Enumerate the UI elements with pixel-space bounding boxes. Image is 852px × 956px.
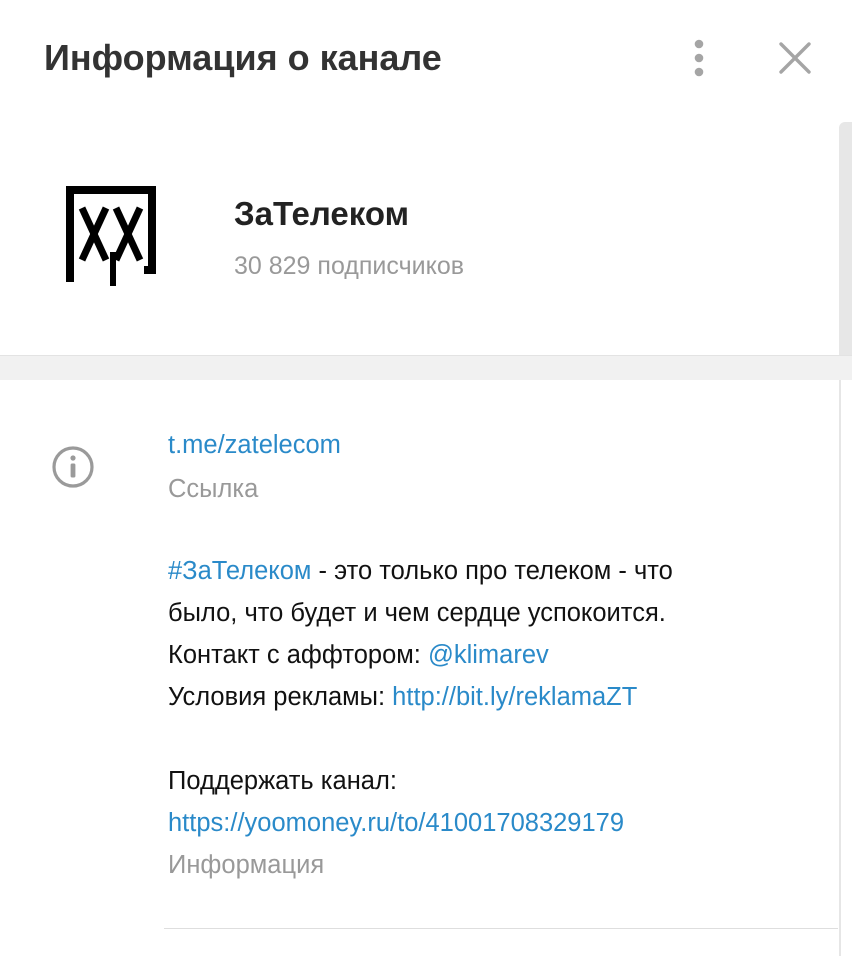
contact-label: Контакт с аффтором:	[168, 641, 428, 669]
description-text-1: - это только про телеком - что	[311, 557, 673, 585]
contact-link[interactable]: @klimarev	[428, 641, 549, 669]
channel-avatar[interactable]	[60, 182, 168, 286]
channel-name: ЗаТелеком	[234, 195, 409, 232]
channel-description: #ЗаТелеком - это только про телеком - чт…	[168, 550, 828, 886]
description-line-1: #ЗаТелеком - это только про телеком - чт…	[168, 550, 828, 592]
channel-link-row: t.me/zatelecom	[168, 424, 828, 468]
scrollbar-track[interactable]	[839, 380, 852, 956]
close-icon	[779, 42, 811, 74]
scrollbar-thumb[interactable]	[839, 122, 852, 374]
ads-link[interactable]: http://bit.ly/reklamaZT	[392, 683, 637, 711]
support-link[interactable]: https://yoomoney.ru/to/41001708329179	[168, 809, 624, 837]
channel-info-content: t.me/zatelecom Ссылка #ЗаТелеком - это т…	[168, 424, 828, 886]
description-line-3: Контакт с аффтором: @klimarev	[168, 634, 828, 676]
vertical-dots-icon	[694, 39, 704, 77]
description-line-4: Условия рекламы: http://bit.ly/reklamaZT	[168, 676, 828, 718]
subscriber-count: 30 829 подписчиков	[234, 252, 465, 280]
channel-link-caption: Ссылка	[168, 475, 259, 503]
info-icon	[50, 444, 96, 490]
support-label: Поддержать канал:	[168, 767, 397, 795]
description-line-2: было, что будет и чем сердце успокоится.	[168, 599, 666, 627]
channel-link[interactable]: t.me/zatelecom	[168, 431, 341, 459]
ads-label: Условия рекламы:	[168, 683, 393, 711]
close-button[interactable]	[770, 32, 820, 84]
section-divider	[0, 355, 852, 380]
panel-title: Информация о канале	[44, 37, 442, 78]
description-caption: Информация	[168, 851, 325, 879]
more-options-button[interactable]	[674, 32, 724, 84]
bottom-divider	[164, 928, 838, 929]
zatelecom-logo	[66, 186, 156, 286]
channel-info-panel: Информация о канале ЗаТелеком 30 829 под…	[0, 0, 852, 956]
support-line: https://yoomoney.ru/to/41001708329179	[168, 802, 828, 844]
hashtag-link[interactable]: #ЗаТелеком	[168, 557, 311, 585]
